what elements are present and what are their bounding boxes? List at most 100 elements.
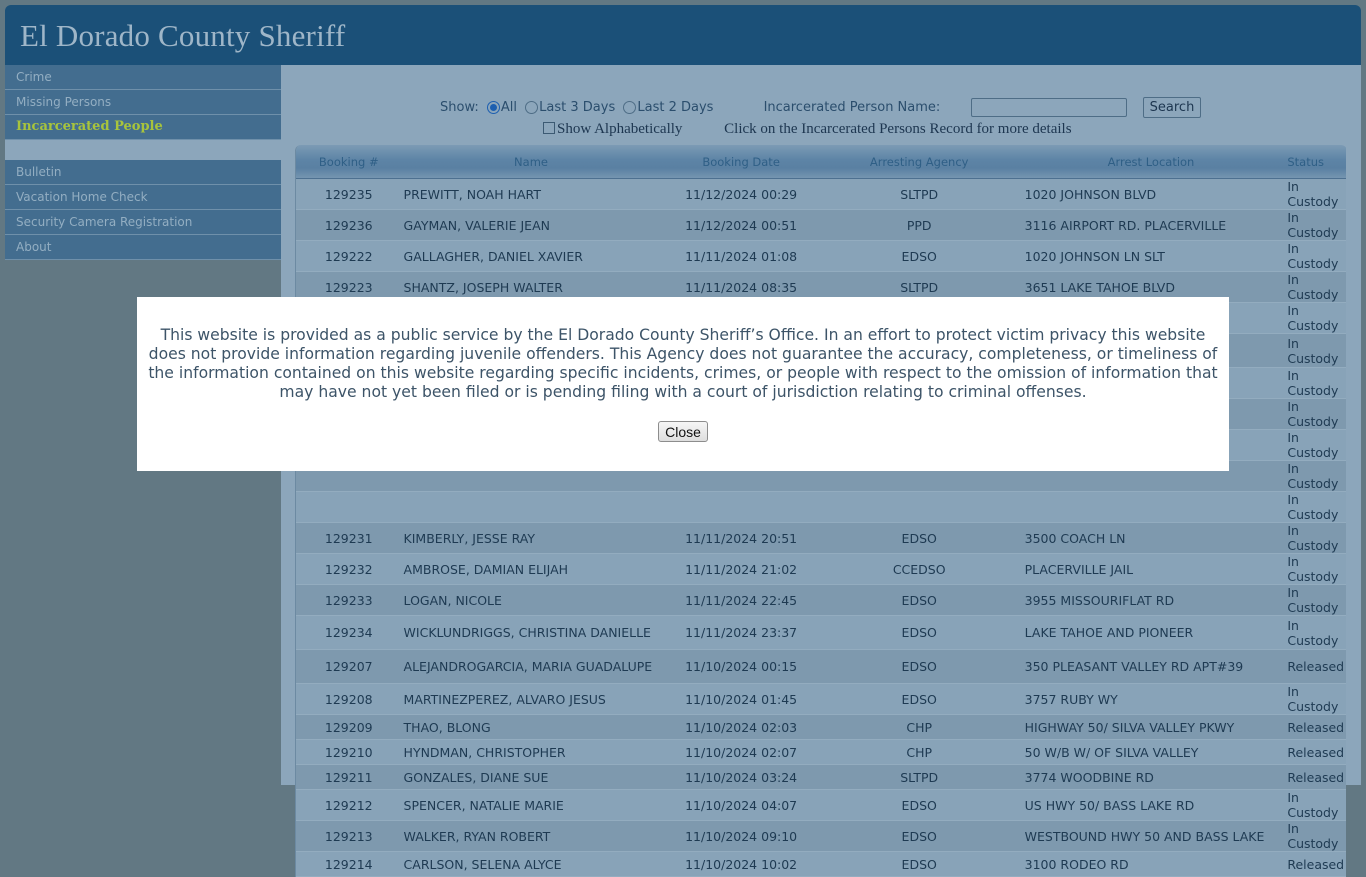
cell-booking-date: 11/12/2024 00:29: [660, 178, 822, 210]
sidebar-item-incarcerated-people[interactable]: Incarcerated People: [5, 115, 281, 140]
table-row[interactable]: 129209 THAO, BLONG 11/10/2024 02:03 CHP HIGH…: [296, 714, 1346, 740]
cell-booking-number: [296, 491, 402, 523]
cell-status: In Custody: [1285, 302, 1346, 334]
radio-last-2-days[interactable]: [623, 101, 637, 114]
cell-booking-date: 11/11/2024 20:51: [660, 522, 822, 554]
show-alphabetically-label[interactable]: Show Alphabetically: [557, 121, 682, 137]
cell-status: In Custody: [1285, 398, 1346, 430]
close-button[interactable]: Close: [658, 421, 708, 442]
table-row[interactable]: 129214 CARLSON, SELENA ALYCE 11/10/2024 10…: [296, 851, 1346, 877]
cell-arresting-agency: SLTPD: [821, 764, 1017, 790]
column-header-name[interactable]: Name: [401, 145, 661, 179]
cell-booking-date: 11/10/2024 04:07: [660, 789, 822, 821]
sidebar-item-crime[interactable]: Crime: [5, 65, 281, 90]
cell-booking-number: 129234: [296, 615, 402, 650]
cell-booking-date: 11/12/2024 00:51: [660, 209, 822, 241]
radio-all-label[interactable]: All: [501, 100, 517, 115]
cell-status: In Custody: [1285, 429, 1346, 461]
cell-status: In Custody: [1285, 333, 1346, 368]
cell-arresting-agency: EDSO: [821, 584, 1017, 616]
cell-booking-number: 129210: [296, 739, 402, 765]
cell-name: SPENCER, NATALIE MARIE: [401, 789, 661, 821]
sidebar-divider: [5, 140, 281, 160]
cell-booking-number: 129214: [296, 851, 402, 877]
table-row[interactable]: 129235 PREWITT, NOAH HART 11/12/2024 00:29…: [296, 178, 1346, 210]
cell-status: In Custody: [1285, 615, 1346, 650]
cell-status: In Custody: [1285, 209, 1346, 241]
table-row[interactable]: 129231 KIMBERLY, JESSE RAY 11/11/2024 20:5…: [296, 522, 1346, 554]
cell-booking-date: 11/10/2024 02:03: [660, 714, 822, 740]
cell-booking-number: 129212: [296, 789, 402, 821]
cell-arresting-agency: EDSO: [821, 820, 1017, 852]
disclaimer-modal: This website is provided as a public ser…: [137, 297, 1229, 471]
table-row[interactable]: 129207 ALEJANDROGARCIA, MARIA GUADALUPE 11…: [296, 649, 1346, 684]
column-header-booking[interactable]: Booking #: [296, 145, 402, 179]
radio-last-3-days[interactable]: [525, 101, 539, 114]
radio-all[interactable]: [486, 101, 500, 114]
show-alphabetically-checkbox[interactable]: [543, 121, 555, 134]
cell-arrest-location: 3116 AIRPORT RD. PLACERVILLE: [1016, 209, 1286, 241]
table-row[interactable]: 129213 WALKER, RYAN ROBERT 11/10/2024 09:1…: [296, 820, 1346, 852]
table-header-row: Booking # Name Booking Date Arresting Ag…: [296, 145, 1346, 179]
search-button[interactable]: Search: [1143, 97, 1201, 118]
cell-name: THAO, BLONG: [401, 714, 661, 740]
sidebar-item-bulletin[interactable]: Bulletin: [5, 160, 281, 185]
column-header-status[interactable]: Status: [1285, 145, 1346, 179]
column-header-arresting-agency[interactable]: Arresting Agency: [821, 145, 1017, 179]
cell-status: In Custody: [1285, 240, 1346, 272]
table-row[interactable]: 129211 GONZALES, DIANE SUE 11/10/2024 03:2…: [296, 764, 1346, 790]
cell-arrest-location: 350 PLEASANT VALLEY RD APT#39: [1016, 649, 1286, 684]
cell-arrest-location: HIGHWAY 50/ SILVA VALLEY PKWY: [1016, 714, 1286, 740]
cell-status: Released: [1285, 739, 1346, 765]
site-title: El Dorado County Sheriff: [20, 18, 346, 53]
cell-arrest-location: US HWY 50/ BASS LAKE RD: [1016, 789, 1286, 821]
table-row[interactable]: 129210 HYNDMAN, CHRISTOPHER 11/10/2024 02:…: [296, 739, 1346, 765]
cell-booking-date: 11/10/2024 10:02: [660, 851, 822, 877]
table-row[interactable]: 129212 SPENCER, NATALIE MARIE 11/10/2024 0…: [296, 789, 1346, 821]
radio-last-3-days-label[interactable]: Last 3 Days: [539, 100, 615, 115]
cell-name: WALKER, RYAN ROBERT: [401, 820, 661, 852]
table-row[interactable]: 129232 AMBROSE, DAMIAN ELIJAH 11/11/2024 2…: [296, 553, 1346, 585]
cell-name: LOGAN, NICOLE: [401, 584, 661, 616]
cell-name: HYNDMAN, CHRISTOPHER: [401, 739, 661, 765]
column-header-arrest-location[interactable]: Arrest Location: [1016, 145, 1286, 179]
cell-booking-number: 129207: [296, 649, 402, 684]
cell-status: In Custody: [1285, 683, 1346, 715]
table-row[interactable]: 129208 MARTINEZPEREZ, ALVARO JESUS 11/10/2…: [296, 683, 1346, 715]
cell-arresting-agency: EDSO: [821, 789, 1017, 821]
cell-booking-number: 129211: [296, 764, 402, 790]
cell-arrest-location: [1016, 491, 1286, 523]
cell-name: GAYMAN, VALERIE JEAN: [401, 209, 661, 241]
table-body: 129235 PREWITT, NOAH HART 11/12/2024 00:29…: [296, 178, 1346, 877]
cell-status: Released: [1285, 764, 1346, 790]
cell-booking-date: 11/11/2024 22:45: [660, 584, 822, 616]
cell-booking-number: 129222: [296, 240, 402, 272]
cell-arresting-agency: EDSO: [821, 522, 1017, 554]
cell-status: In Custody: [1285, 271, 1346, 303]
table-row[interactable]: 129236 GAYMAN, VALERIE JEAN 11/12/2024 00:…: [296, 209, 1346, 241]
column-header-booking-date[interactable]: Booking Date: [660, 145, 822, 179]
sidebar-item-security-camera-registration[interactable]: Security Camera Registration: [5, 210, 281, 235]
table-row[interactable]: In Custody: [296, 491, 1346, 523]
cell-name: GALLAGHER, DANIEL XAVIER: [401, 240, 661, 272]
cell-booking-number: 129209: [296, 714, 402, 740]
sidebar-item-about[interactable]: About: [5, 235, 281, 260]
cell-arrest-location: LAKE TAHOE AND PIONEER: [1016, 615, 1286, 650]
table-row[interactable]: 129233 LOGAN, NICOLE 11/11/2024 22:45 EDSO 3…: [296, 584, 1346, 616]
cell-arrest-location: WESTBOUND HWY 50 AND BASS LAKE: [1016, 820, 1286, 852]
cell-status: Released: [1285, 649, 1346, 684]
cell-booking-number: 129232: [296, 553, 402, 585]
disclaimer-text: This website is provided as a public ser…: [148, 326, 1218, 401]
table-row[interactable]: 129234 WICKLUNDRIGGS, CHRISTINA DANIELLE 1…: [296, 615, 1346, 650]
table-row[interactable]: 129222 GALLAGHER, DANIEL XAVIER 11/11/2024…: [296, 240, 1346, 272]
cell-arrest-location: 3500 COACH LN: [1016, 522, 1286, 554]
cell-booking-date: 11/11/2024 23:37: [660, 615, 822, 650]
sidebar-item-vacation-home-check[interactable]: Vacation Home Check: [5, 185, 281, 210]
cell-booking-date: 11/10/2024 09:10: [660, 820, 822, 852]
cell-status: In Custody: [1285, 522, 1346, 554]
person-name-input[interactable]: [971, 98, 1127, 117]
record-hint: Click on the Incarcerated Persons Record…: [724, 121, 1072, 137]
cell-status: Released: [1285, 714, 1346, 740]
sidebar-item-missing-persons[interactable]: Missing Persons: [5, 90, 281, 115]
radio-last-2-days-label[interactable]: Last 2 Days: [637, 100, 713, 115]
